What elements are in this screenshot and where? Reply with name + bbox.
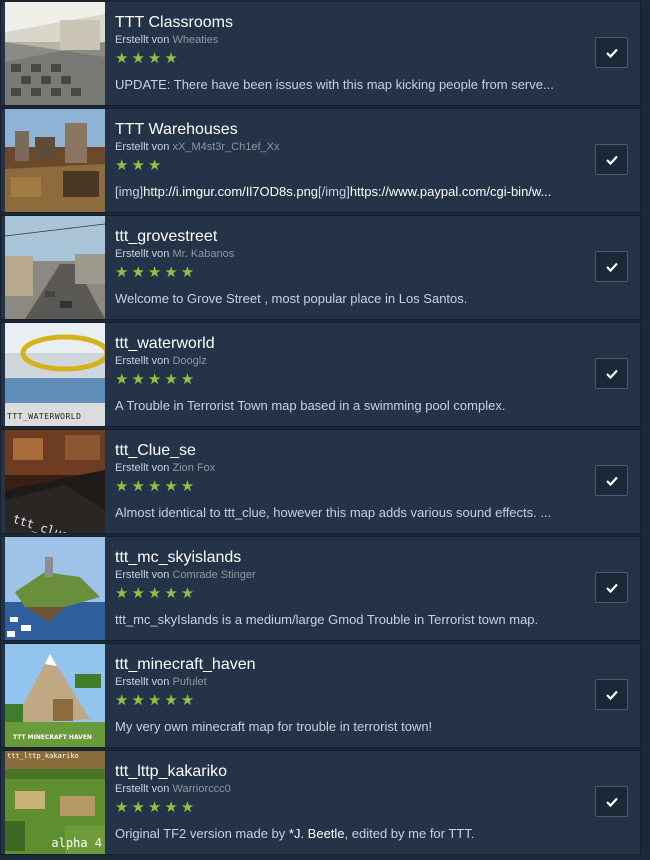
author-name[interactable]: Wheaties — [172, 34, 218, 46]
item-author: Erstellt von Mr. Kabanos — [115, 248, 235, 260]
item-description: Welcome to Grove Street , most popular p… — [115, 291, 468, 306]
checkmark-icon — [605, 583, 618, 593]
item-title[interactable]: ttt_grovestreet — [115, 227, 217, 247]
author-name[interactable]: Zion Fox — [172, 462, 215, 474]
workshop-item-list: TTT Classrooms Erstellt von Wheaties ★★★… — [0, 0, 650, 860]
checkmark-icon — [605, 476, 618, 486]
item-title[interactable]: ttt_mc_skyislands — [115, 548, 241, 568]
item-author: Erstellt von xX_M4st3r_Ch1ef_Xx — [115, 141, 280, 153]
item-title[interactable]: ttt_waterworld — [115, 334, 215, 354]
workshop-item[interactable]: ttt_grovestreet Erstellt von Mr. Kabanos… — [0, 215, 641, 320]
item-thumbnail[interactable] — [5, 109, 105, 212]
thumbnail-caption: TTT_WATERWORLD — [7, 412, 82, 421]
author-name[interactable]: Pufulet — [172, 676, 206, 688]
item-title[interactable]: ttt_lttp_kakariko — [115, 762, 227, 782]
subscribed-checkbox[interactable] — [595, 144, 628, 175]
rating-stars: ★★★★★ — [115, 585, 198, 602]
item-author: Erstellt von Zion Fox — [115, 462, 216, 474]
item-author: Erstellt von Dooglz — [115, 355, 207, 367]
rating-stars: ★★★★★ — [115, 371, 198, 388]
item-author: Erstellt von Warriorccc0 — [115, 783, 231, 795]
rating-stars: ★★★★★ — [115, 799, 198, 816]
rating-stars: ★★★★ — [115, 50, 181, 67]
workshop-item[interactable]: ttt_mc_skyislands Erstellt von Comrade S… — [0, 536, 641, 641]
item-description: Original TF2 version made by *J. Beetle,… — [115, 826, 475, 841]
item-thumbnail[interactable]: TTT MINECRAFT HAVEN — [5, 644, 105, 747]
rating-stars: ★★★★★ — [115, 478, 198, 495]
author-name[interactable]: Dooglz — [172, 355, 206, 367]
item-thumbnail[interactable] — [5, 537, 105, 640]
item-title[interactable]: ttt_minecraft_haven — [115, 655, 256, 675]
checkmark-icon — [605, 262, 618, 272]
thumbnail-caption: ttt_lttp_kakariko — [7, 752, 79, 760]
rating-stars: ★★★ — [115, 157, 165, 174]
item-title[interactable]: ttt_Clue_se — [115, 441, 196, 461]
item-description: Almost identical to ttt_clue, however th… — [115, 505, 552, 520]
workshop-item[interactable]: TTT Warehouses Erstellt von xX_M4st3r_Ch… — [0, 108, 641, 213]
checkmark-icon — [605, 797, 618, 807]
subscribed-checkbox[interactable] — [595, 786, 628, 817]
item-thumbnail[interactable]: ttt_lttp_kakariko alpha 4 — [5, 751, 105, 854]
item-description: My very own minecraft map for trouble in… — [115, 719, 433, 734]
checkmark-icon — [605, 369, 618, 379]
subscribed-checkbox[interactable] — [595, 358, 628, 389]
item-description: ttt_mc_skyIslands is a medium/large Gmod… — [115, 612, 539, 627]
item-thumbnail[interactable] — [5, 2, 105, 105]
item-thumbnail[interactable]: ttt_clue_se — [5, 430, 105, 533]
item-author: Erstellt von Comrade Stinger — [115, 569, 256, 581]
checkmark-icon — [605, 155, 618, 165]
item-author: Erstellt von Pufulet — [115, 676, 207, 688]
item-title[interactable]: TTT Classrooms — [115, 13, 233, 33]
thumbnail-caption: TTT MINECRAFT HAVEN — [13, 734, 92, 741]
subscribed-checkbox[interactable] — [595, 679, 628, 710]
subscribed-checkbox[interactable] — [595, 37, 628, 68]
rating-stars: ★★★★★ — [115, 692, 198, 709]
item-thumbnail[interactable] — [5, 216, 105, 319]
subscribed-checkbox[interactable] — [595, 465, 628, 496]
checkmark-icon — [605, 690, 618, 700]
author-name[interactable]: Warriorccc0 — [172, 783, 230, 795]
workshop-item[interactable]: TTT Classrooms Erstellt von Wheaties ★★★… — [0, 1, 641, 106]
subscribed-checkbox[interactable] — [595, 572, 628, 603]
item-thumbnail[interactable]: TTT_WATERWORLD — [5, 323, 105, 426]
workshop-item[interactable]: TTT_WATERWORLD ttt_waterworld Erstellt v… — [0, 322, 641, 427]
item-description: UPDATE: There have been issues with this… — [115, 77, 554, 92]
subscribed-checkbox[interactable] — [595, 251, 628, 282]
workshop-item[interactable]: ttt_lttp_kakariko alpha 4 ttt_lttp_kakar… — [0, 750, 641, 855]
author-name[interactable]: Mr. Kabanos — [172, 248, 234, 260]
workshop-item[interactable]: ttt_clue_se ttt_Clue_se Erstellt von Zio… — [0, 429, 641, 534]
author-name[interactable]: Comrade Stinger — [172, 569, 255, 581]
rating-stars: ★★★★★ — [115, 264, 198, 281]
author-name[interactable]: xX_M4st3r_Ch1ef_Xx — [172, 141, 279, 153]
workshop-item[interactable]: TTT MINECRAFT HAVEN ttt_minecraft_haven … — [0, 643, 641, 748]
item-description: A Trouble in Terrorist Town map based in… — [115, 398, 506, 413]
thumbnail-caption-version: alpha 4 — [51, 836, 102, 850]
item-author: Erstellt von Wheaties — [115, 34, 219, 46]
checkmark-icon — [605, 48, 618, 58]
item-description: [img]http://i.imgur.com/Il7OD8s.png[/img… — [115, 184, 552, 199]
item-title[interactable]: TTT Warehouses — [115, 120, 238, 140]
